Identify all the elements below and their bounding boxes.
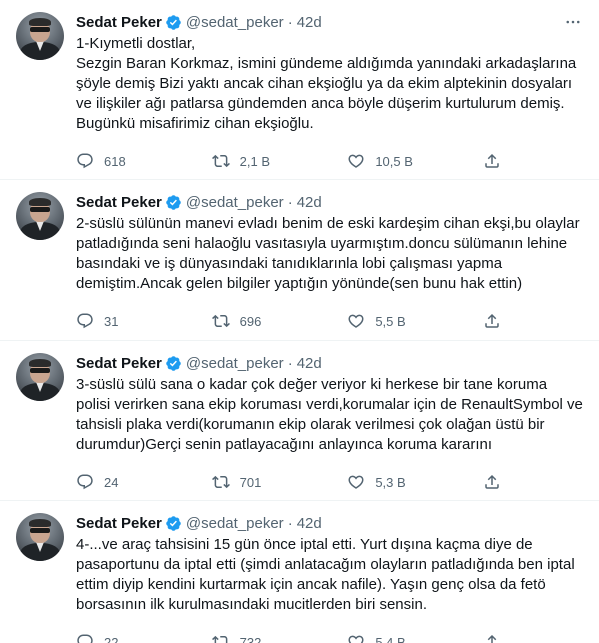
retweet-icon [211, 635, 228, 643]
tweet-actions: 618 2,1 B 10,5 B [76, 152, 501, 170]
heart-icon [348, 475, 364, 489]
author-name[interactable]: Sedat Peker [76, 515, 162, 532]
timestamp[interactable]: 42d [297, 515, 322, 532]
retweet-button[interactable]: 701 [211, 473, 282, 491]
tweet[interactable]: Sedat Peker @sedat_peker · 42d 4-...ve a… [0, 501, 599, 643]
tweet-text: 4-...ve araç tahsisini 15 gün önce iptal… [76, 536, 575, 613]
like-count: 5,4 B [375, 634, 406, 643]
reply-button[interactable]: 31 [76, 312, 146, 330]
share-icon [485, 153, 499, 168]
share-button[interactable] [483, 473, 501, 491]
like-count: 5,3 B [375, 474, 406, 490]
retweet-icon [211, 475, 230, 489]
like-button[interactable]: 5,3 B [347, 473, 417, 491]
timestamp[interactable]: 42d [297, 355, 322, 372]
tweet[interactable]: Sedat Peker @sedat_peker · 42d 2-süslü s… [0, 180, 599, 341]
separator-dot: · [287, 514, 293, 532]
avatar[interactable] [16, 192, 64, 240]
like-count: 10,5 B [375, 153, 413, 169]
retweet-button[interactable]: 732 [211, 633, 282, 643]
share-button[interactable] [483, 633, 501, 643]
tweet-actions: 22 732 5,4 B [76, 633, 501, 643]
more-dots-icon[interactable] [563, 12, 583, 32]
share-icon [485, 474, 499, 489]
like-button[interactable]: 10,5 B [347, 152, 417, 170]
timeline: Sedat Peker @sedat_peker · 42d 1-Kıymetl… [0, 0, 599, 643]
share-icon [487, 634, 497, 643]
tweet-actions: 31 696 5,5 B [76, 312, 501, 330]
tweet-actions: 24 701 5,3 B [76, 473, 501, 491]
verified-badge-icon [165, 355, 182, 372]
verified-badge-icon [165, 515, 182, 532]
reply-button[interactable]: 618 [76, 152, 146, 170]
share-icon [485, 313, 499, 328]
retweet-button[interactable]: 696 [211, 312, 282, 330]
author-handle[interactable]: @sedat_peker [186, 194, 284, 211]
reply-button[interactable]: 24 [76, 473, 146, 491]
reply-icon [77, 313, 93, 329]
reply-button[interactable]: 22 [76, 633, 146, 643]
heart-icon [348, 635, 364, 643]
timestamp[interactable]: 42d [297, 14, 322, 31]
verified-badge-icon [165, 194, 182, 211]
heart-icon [348, 314, 364, 328]
author-handle[interactable]: @sedat_peker [186, 14, 284, 31]
reply-icon [77, 474, 93, 490]
like-button[interactable]: 5,4 B [347, 633, 417, 643]
separator-dot: · [287, 354, 293, 372]
share-button[interactable] [483, 312, 501, 330]
reply-icon [77, 634, 93, 643]
reply-icon [77, 153, 93, 169]
tweet[interactable]: Sedat Peker @sedat_peker · 42d 1-Kıymetl… [0, 0, 599, 180]
share-button[interactable] [483, 152, 501, 170]
avatar[interactable] [16, 12, 64, 60]
tweet-text: 3-süslü sülü sana o kadar çok değer veri… [76, 376, 583, 453]
like-button[interactable]: 5,5 B [347, 312, 417, 330]
reply-count: 31 [104, 313, 119, 329]
author-name[interactable]: Sedat Peker [76, 355, 162, 372]
timestamp[interactable]: 42d [297, 194, 322, 211]
retweet-count: 2,1 B [239, 153, 271, 169]
author-handle[interactable]: @sedat_peker [186, 515, 284, 532]
like-count: 5,5 B [375, 313, 406, 329]
separator-dot: · [287, 193, 293, 211]
reply-count: 24 [104, 474, 119, 490]
retweet-button[interactable]: 2,1 B [211, 152, 282, 170]
retweet-count: 732 [239, 634, 262, 643]
retweet-icon [211, 314, 230, 328]
avatar[interactable] [16, 353, 64, 401]
tweet[interactable]: Sedat Peker @sedat_peker · 42d 3-süslü s… [0, 341, 599, 501]
verified-badge-icon [165, 14, 182, 31]
tweet-text: 2-süslü sülünün manevi evladı benim de e… [76, 215, 580, 292]
heart-icon [348, 154, 364, 168]
reply-count: 22 [104, 634, 119, 643]
author-handle[interactable]: @sedat_peker [186, 355, 284, 372]
reply-count: 618 [104, 153, 126, 169]
retweet-count: 701 [239, 474, 262, 490]
retweet-count: 696 [239, 313, 262, 329]
retweet-icon [211, 154, 230, 168]
avatar[interactable] [16, 513, 64, 561]
author-name[interactable]: Sedat Peker [76, 194, 162, 211]
author-name[interactable]: Sedat Peker [76, 14, 162, 31]
tweet-text: 1-Kıymetli dostlar, Sezgin Baran Korkmaz… [76, 35, 577, 132]
separator-dot: · [287, 13, 293, 31]
